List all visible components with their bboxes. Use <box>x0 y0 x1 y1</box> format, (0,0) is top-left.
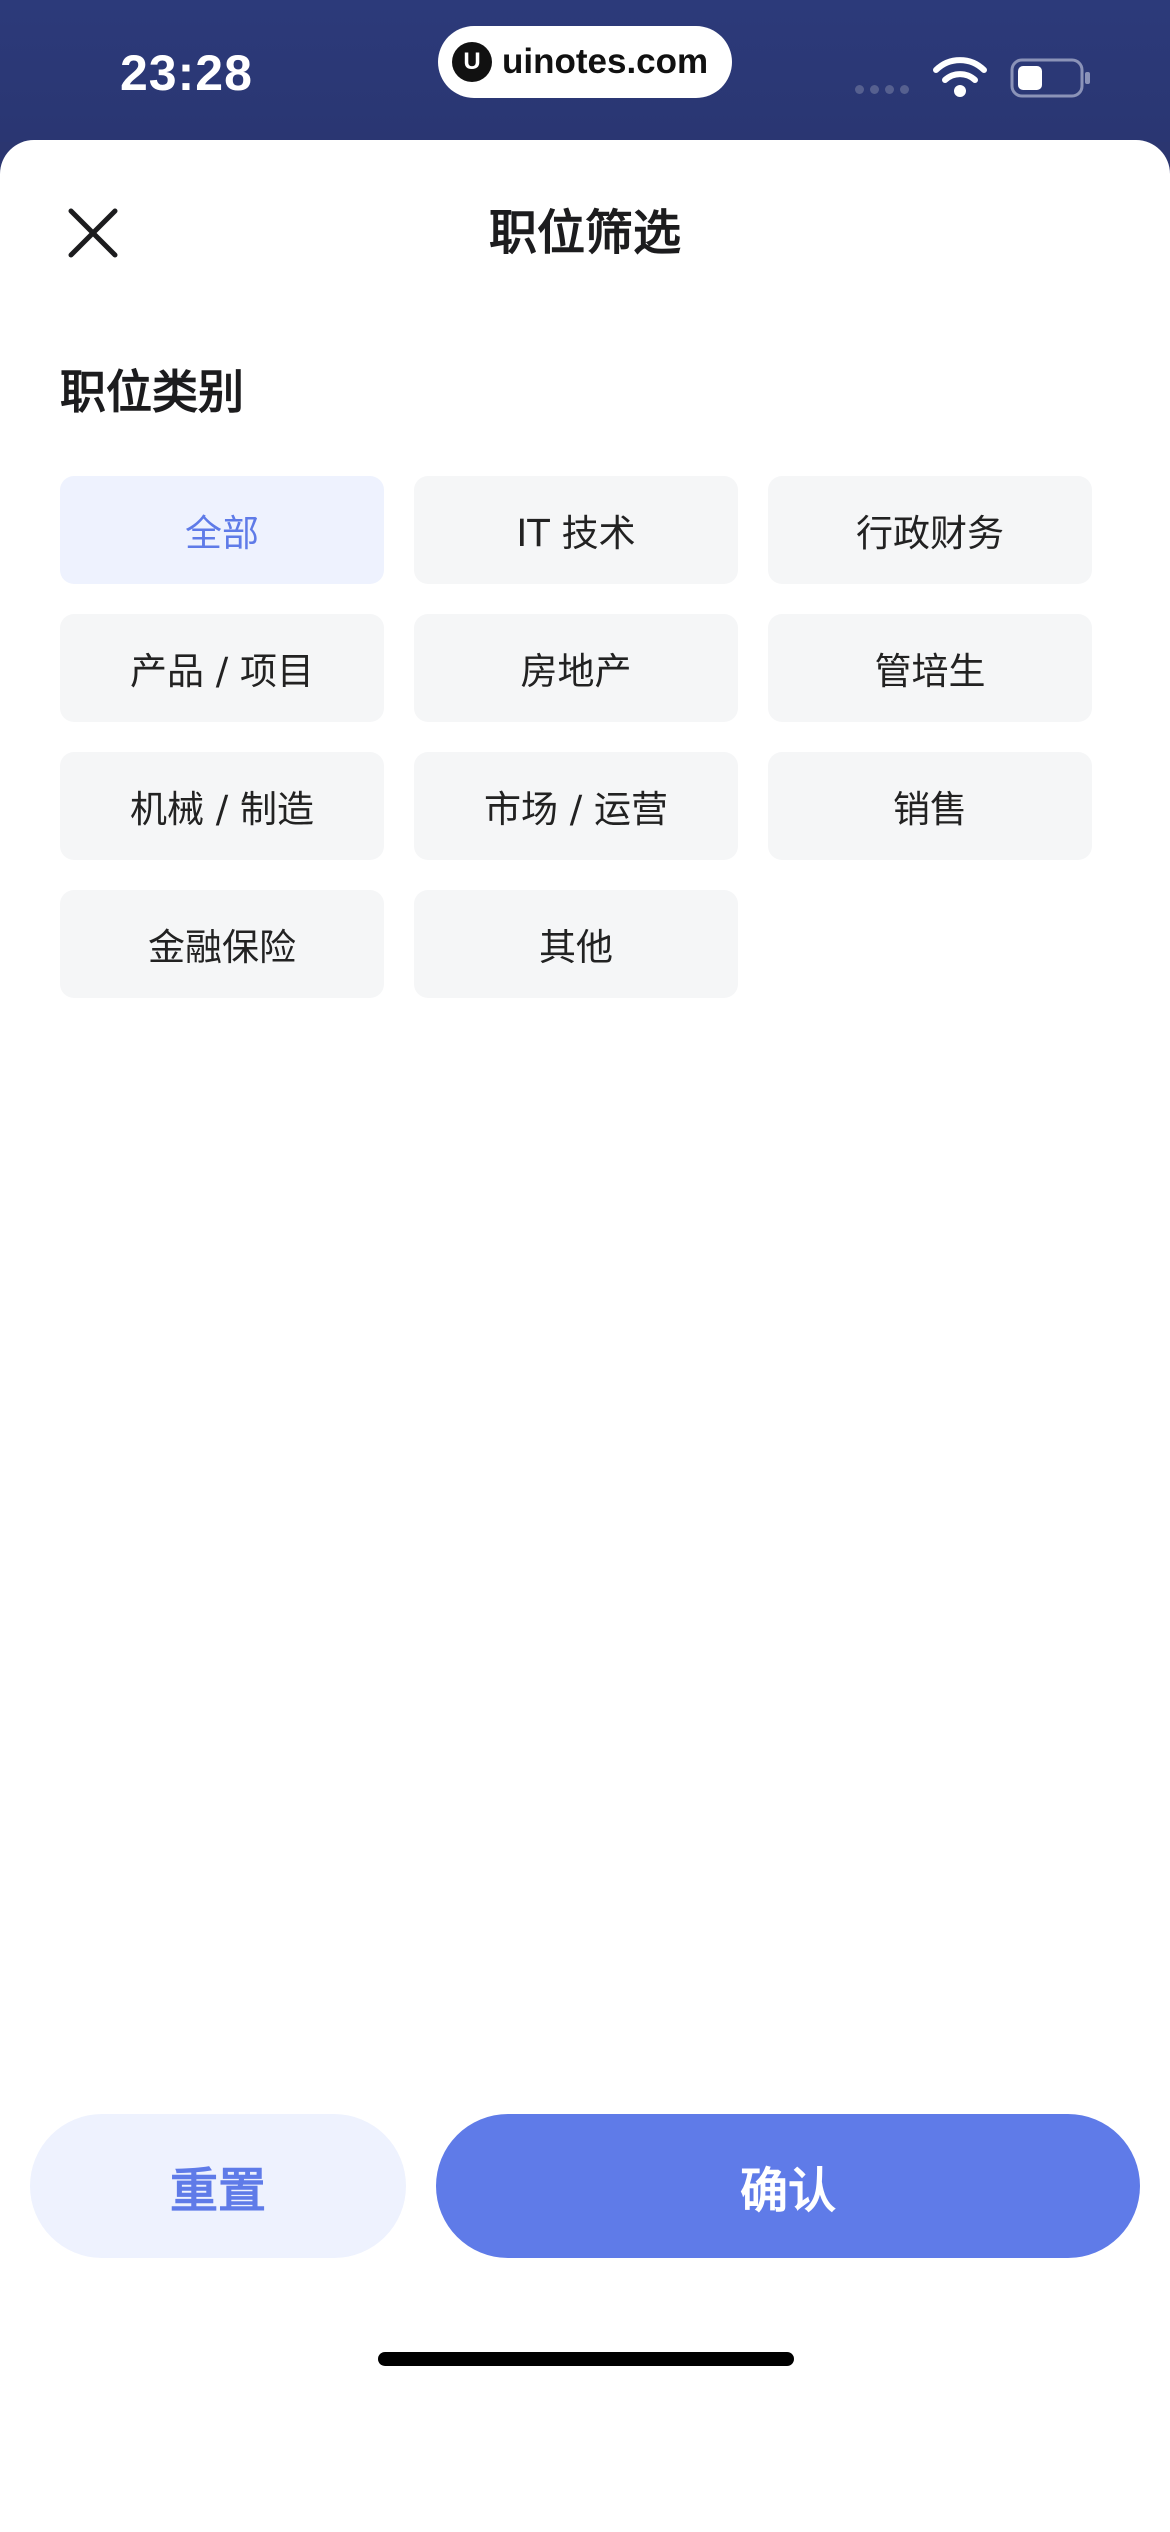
url-text: uinotes.com <box>502 42 709 81</box>
category-chip-it[interactable]: IT 技术 <box>414 476 738 584</box>
category-chip-all[interactable]: 全部 <box>60 476 384 584</box>
status-time: 23:28 <box>120 45 253 101</box>
category-chip-other[interactable]: 其他 <box>414 890 738 998</box>
url-pill[interactable]: U uinotes.com <box>438 26 732 98</box>
category-chip-product-project[interactable]: 产品 / 项目 <box>60 614 384 722</box>
signal-icon <box>855 85 909 94</box>
uinotes-logo-icon: U <box>452 42 492 82</box>
category-chip-real-estate[interactable]: 房地产 <box>414 614 738 722</box>
category-chip-sales[interactable]: 销售 <box>768 752 1092 860</box>
sheet-title: 职位筛选 <box>488 205 681 261</box>
section-title-job-category: 职位类别 <box>60 365 244 419</box>
reset-button[interactable]: 重置 <box>30 2114 406 2258</box>
category-chip-marketing-operations[interactable]: 市场 / 运营 <box>414 752 738 860</box>
category-chip-grid: 全部 IT 技术 行政财务 产品 / 项目 房地产 管培生 机械 / 制造 市场… <box>60 476 1094 998</box>
battery-icon <box>1010 58 1090 98</box>
footer-actions: 重置 确认 <box>0 2114 1170 2258</box>
category-chip-mechanical-manufacturing[interactable]: 机械 / 制造 <box>60 752 384 860</box>
category-chip-management-trainee[interactable]: 管培生 <box>768 614 1092 722</box>
category-chip-admin-finance[interactable]: 行政财务 <box>768 476 1092 584</box>
status-bar: 23:28 U uinotes.com <box>0 0 1170 142</box>
home-indicator[interactable] <box>378 2352 794 2366</box>
category-chip-finance-insurance[interactable]: 金融保险 <box>60 890 384 998</box>
wifi-icon <box>933 57 987 97</box>
confirm-button[interactable]: 确认 <box>436 2114 1140 2258</box>
